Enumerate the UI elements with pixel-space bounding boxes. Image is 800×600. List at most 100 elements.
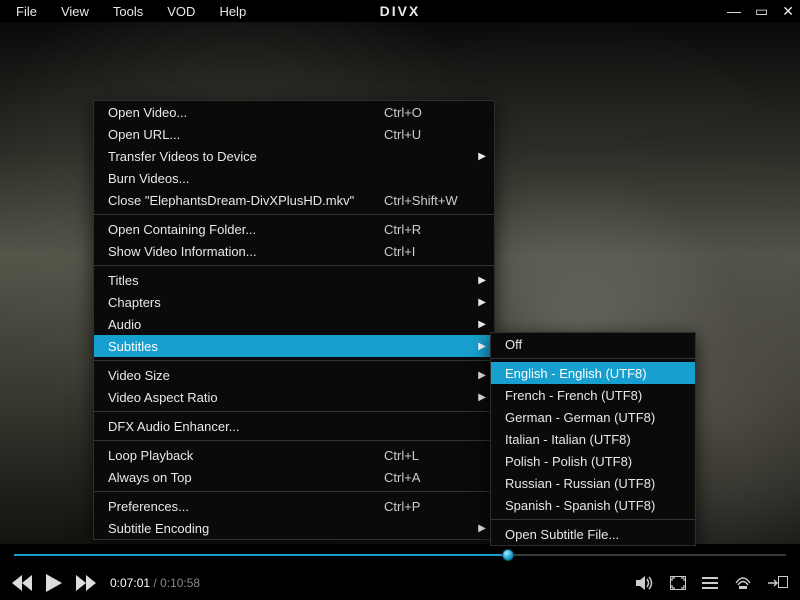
context-menu: Open Video... Ctrl+O Open URL... Ctrl+U … (93, 100, 495, 540)
ctx-close-file[interactable]: Close "ElephantsDream-DivXPlusHD.mkv" Ct… (94, 189, 494, 211)
submenu-arrow-icon: ▶ (478, 319, 486, 330)
maximize-button[interactable]: ▭ (755, 3, 768, 20)
ctx-label: Close "ElephantsDream-DivXPlusHD.mkv" (108, 193, 384, 208)
playback-controls: 0:07:01 / 0:10:58 (0, 566, 800, 600)
ctx-always-on-top[interactable]: Always on Top Ctrl+A (94, 466, 494, 488)
time-current: 0:07:01 (110, 576, 150, 590)
ctx-audio[interactable]: Audio ▶ (94, 313, 494, 335)
menu-separator (94, 214, 494, 215)
ctx-open-video[interactable]: Open Video... Ctrl+O (94, 101, 494, 123)
time-total: 0:10:58 (160, 576, 200, 590)
submenu-arrow-icon: ▶ (478, 392, 486, 403)
ctx-label: Open Containing Folder... (108, 222, 384, 237)
rewind-icon (12, 575, 32, 591)
right-toolbar (636, 575, 788, 591)
ctx-titles[interactable]: Titles ▶ (94, 269, 494, 291)
volume-button[interactable] (636, 575, 654, 591)
close-button[interactable]: ✕ (782, 3, 794, 20)
fast-forward-button[interactable] (76, 575, 96, 591)
play-button[interactable] (46, 574, 62, 592)
cast-button[interactable] (768, 576, 788, 590)
ctx-label: Open Video... (108, 105, 384, 120)
menu-separator (94, 411, 494, 412)
menu-tools[interactable]: Tools (101, 2, 155, 21)
ctx-transfer[interactable]: Transfer Videos to Device ▶ (94, 145, 494, 167)
menu-separator (491, 519, 695, 520)
ctx-loop[interactable]: Loop Playback Ctrl+L (94, 444, 494, 466)
stream-icon (734, 576, 752, 590)
ctx-shortcut: Ctrl+P (384, 499, 484, 514)
ctx-label: Transfer Videos to Device (108, 149, 484, 164)
seek-thumb[interactable] (502, 549, 514, 561)
ctx-shortcut: Ctrl+I (384, 244, 484, 259)
ctx-label: Chapters (108, 295, 484, 310)
menu-separator (94, 360, 494, 361)
timecode: 0:07:01 / 0:10:58 (110, 576, 200, 590)
ctx-label: Video Aspect Ratio (108, 390, 484, 405)
sub-spanish[interactable]: Spanish - Spanish (UTF8) (491, 494, 695, 516)
ctx-dfx[interactable]: DFX Audio Enhancer... (94, 415, 494, 437)
ctx-label: Subtitle Encoding (108, 521, 484, 536)
ctx-shortcut: Ctrl+O (384, 105, 484, 120)
menu-separator (94, 491, 494, 492)
submenu-arrow-icon: ▶ (478, 151, 486, 162)
ctx-shortcut: Ctrl+U (384, 127, 484, 142)
seek-remaining (508, 554, 786, 556)
ctx-burn[interactable]: Burn Videos... (94, 167, 494, 189)
ctx-label: Loop Playback (108, 448, 384, 463)
fast-forward-icon (76, 575, 96, 591)
sub-english[interactable]: English - English (UTF8) (491, 362, 695, 384)
volume-icon (636, 575, 654, 591)
ctx-label: Always on Top (108, 470, 384, 485)
ctx-shortcut: Ctrl+L (384, 448, 484, 463)
playlist-button[interactable] (702, 576, 718, 590)
play-icon (46, 574, 62, 592)
menu-file[interactable]: File (4, 2, 49, 21)
ctx-label: Video Size (108, 368, 484, 383)
ctx-preferences[interactable]: Preferences... Ctrl+P (94, 495, 494, 517)
ctx-open-containing[interactable]: Open Containing Folder... Ctrl+R (94, 218, 494, 240)
menubar: File View Tools VOD Help DIVX — ▭ ✕ (0, 0, 800, 22)
ctx-aspect-ratio[interactable]: Video Aspect Ratio ▶ (94, 386, 494, 408)
fullscreen-button[interactable] (670, 576, 686, 590)
menu-vod[interactable]: VOD (155, 2, 207, 21)
submenu-arrow-icon: ▶ (478, 370, 486, 381)
sub-russian[interactable]: Russian - Russian (UTF8) (491, 472, 695, 494)
ctx-label: Show Video Information... (108, 244, 384, 259)
ctx-label: Titles (108, 273, 484, 288)
ctx-shortcut: Ctrl+A (384, 470, 484, 485)
ctx-shortcut: Ctrl+R (384, 222, 484, 237)
ctx-open-url[interactable]: Open URL... Ctrl+U (94, 123, 494, 145)
sub-off[interactable]: Off (491, 333, 695, 355)
ctx-label: Open URL... (108, 127, 384, 142)
submenu-arrow-icon: ▶ (478, 341, 486, 352)
playlist-icon (702, 576, 718, 590)
fullscreen-icon (670, 576, 686, 590)
ctx-label: Subtitles (108, 339, 484, 354)
menu-separator (491, 358, 695, 359)
seek-bar[interactable] (14, 548, 786, 562)
ctx-chapters[interactable]: Chapters ▶ (94, 291, 494, 313)
rewind-button[interactable] (12, 575, 32, 591)
window-controls: — ▭ ✕ (727, 0, 794, 22)
ctx-label: Preferences... (108, 499, 384, 514)
ctx-shortcut: Ctrl+Shift+W (384, 193, 484, 208)
sub-italian[interactable]: Italian - Italian (UTF8) (491, 428, 695, 450)
sub-french[interactable]: French - French (UTF8) (491, 384, 695, 406)
menu-view[interactable]: View (49, 2, 101, 21)
sub-german[interactable]: German - German (UTF8) (491, 406, 695, 428)
sub-polish[interactable]: Polish - Polish (UTF8) (491, 450, 695, 472)
ctx-subtitles[interactable]: Subtitles ▶ (94, 335, 494, 357)
menu-help[interactable]: Help (207, 2, 258, 21)
submenu-arrow-icon: ▶ (478, 275, 486, 286)
subtitles-submenu: Off English - English (UTF8) French - Fr… (490, 332, 696, 546)
minimize-button[interactable]: — (727, 3, 741, 19)
sub-open-file[interactable]: Open Subtitle File... (491, 523, 695, 545)
ctx-video-size[interactable]: Video Size ▶ (94, 364, 494, 386)
menu-separator (94, 440, 494, 441)
ctx-subtitle-encoding[interactable]: Subtitle Encoding ▶ (94, 517, 494, 539)
stream-button[interactable] (734, 576, 752, 590)
ctx-label: Audio (108, 317, 484, 332)
ctx-show-info[interactable]: Show Video Information... Ctrl+I (94, 240, 494, 262)
submenu-arrow-icon: ▶ (478, 297, 486, 308)
